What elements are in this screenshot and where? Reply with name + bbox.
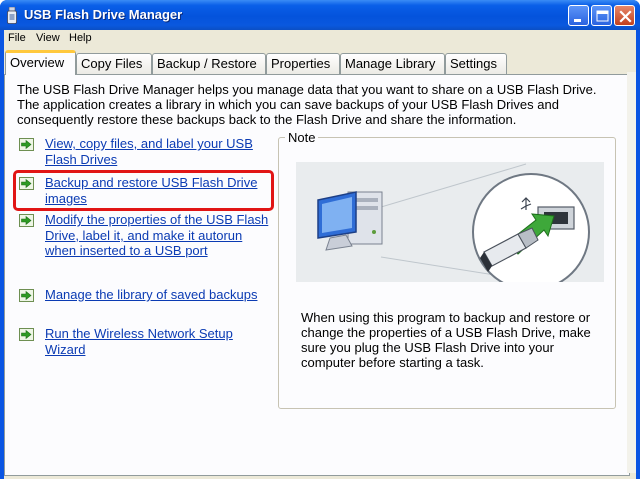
menu-help[interactable]: Help	[69, 32, 92, 44]
green-arrow-icon	[19, 177, 34, 190]
menu-bar: File View Help	[4, 30, 636, 49]
tab-overview[interactable]: Overview	[5, 50, 76, 75]
window-title: USB Flash Drive Manager	[24, 7, 183, 22]
green-arrow-icon	[19, 328, 34, 341]
green-arrow-icon	[19, 138, 34, 151]
tab-settings[interactable]: Settings	[445, 53, 507, 74]
link-label[interactable]: Manage the library of saved backups	[45, 287, 280, 303]
tab-copy-files[interactable]: Copy Files	[76, 53, 152, 74]
minimize-button[interactable]	[568, 5, 589, 26]
intro-text: The USB Flash Drive Manager helps you ma…	[17, 82, 597, 127]
link-backup-restore[interactable]: Backup and restore USB Flash Drive image…	[19, 175, 269, 207]
green-arrow-icon	[19, 214, 34, 227]
tab-properties[interactable]: Properties	[266, 53, 340, 74]
link-label[interactable]: Run the Wireless Network Setup Wizard	[45, 326, 250, 357]
maximize-icon	[596, 10, 609, 22]
link-view-copy-label[interactable]: View, copy files, and label your USB Fla…	[19, 136, 269, 168]
title-bar[interactable]: USB Flash Drive Manager	[0, 0, 640, 30]
tab-backup-restore[interactable]: Backup / Restore	[152, 53, 266, 74]
maximize-button[interactable]	[591, 5, 612, 26]
scrollbar[interactable]	[627, 72, 636, 473]
link-manage-library[interactable]: Manage the library of saved backups	[19, 287, 279, 303]
link-wireless-wizard[interactable]: Run the Wireless Network Setup Wizard	[19, 326, 269, 358]
green-arrow-icon	[19, 289, 34, 302]
menu-file[interactable]: File	[8, 32, 26, 44]
close-button[interactable]	[614, 5, 635, 26]
menu-view[interactable]: View	[36, 32, 60, 44]
usb-illustration	[296, 162, 604, 282]
link-label[interactable]: View, copy files, and label your USB Fla…	[45, 136, 270, 167]
usb-drive-icon	[7, 7, 17, 24]
link-modify-properties[interactable]: Modify the properties of the USB Flash D…	[19, 212, 269, 260]
note-title: Note	[285, 130, 319, 145]
minimize-icon	[574, 19, 581, 22]
tab-strip: Overview Copy Files Backup / Restore Pro…	[4, 50, 636, 75]
link-label[interactable]: Modify the properties of the USB Flash D…	[45, 212, 270, 259]
note-text: When using this program to backup and re…	[301, 310, 591, 370]
link-label[interactable]: Backup and restore USB Flash Drive image…	[45, 175, 270, 206]
tab-manage-library[interactable]: Manage Library	[340, 53, 445, 74]
close-icon	[619, 10, 632, 23]
